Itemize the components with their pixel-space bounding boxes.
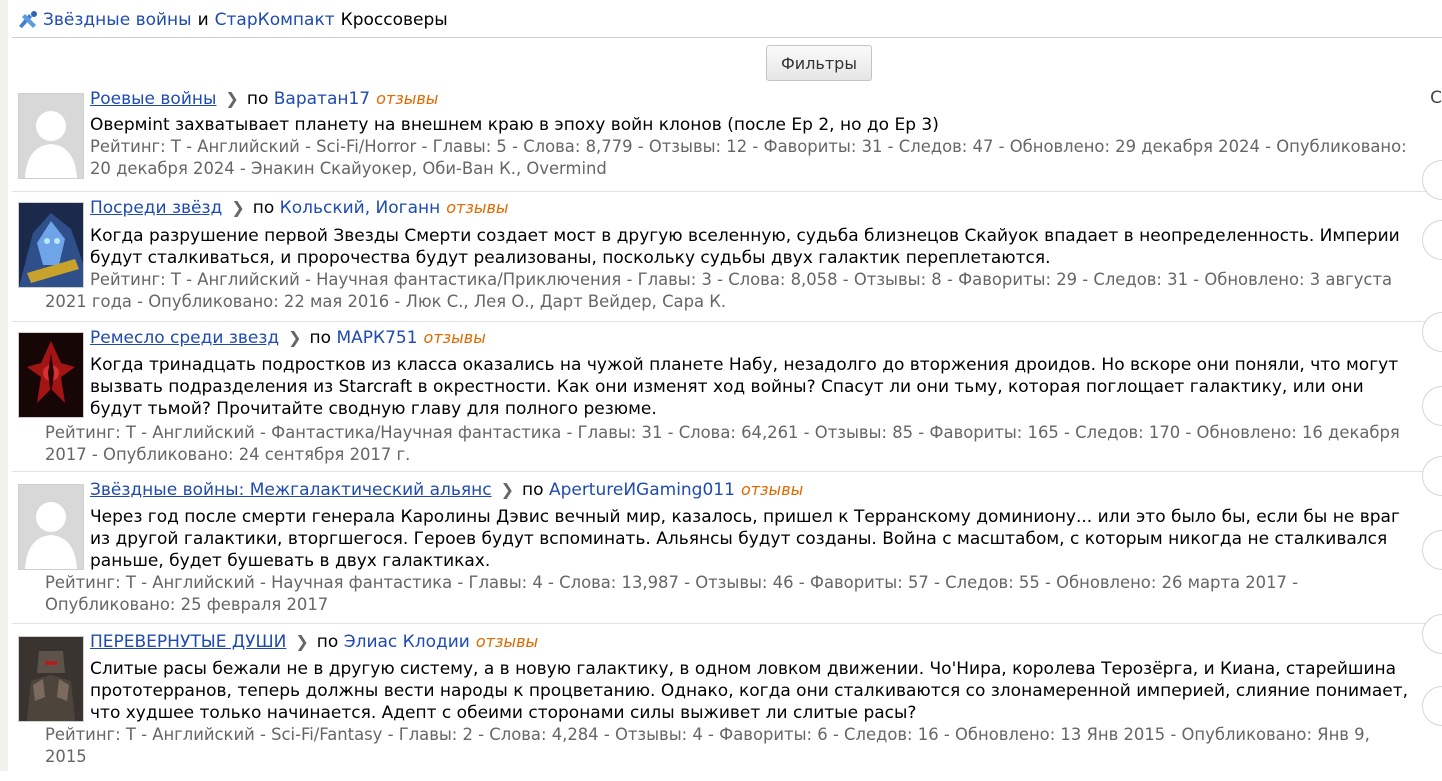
default-avatar-icon <box>19 485 83 569</box>
reviews-link[interactable]: отзывы <box>424 328 486 347</box>
story-meta: Рейтинг: T - Английский - Научная фантас… <box>45 573 1299 614</box>
right-edge-controls <box>1422 0 1442 771</box>
side-circle-button[interactable] <box>1422 386 1442 426</box>
breadcrumb-and: и <box>197 10 209 30</box>
story-item: Звёздные войны: Межгалактический альянс ❯… <box>12 479 1426 624</box>
story-summary: Через год после смерти генерала Каролины… <box>90 507 1400 571</box>
story-item: Ремесло среди звезд ❯ по МАРК751 отзывы Ког… <box>12 327 1426 472</box>
red-emblem-image-icon <box>19 333 83 417</box>
story-title-link[interactable]: Посреди звёзд <box>90 198 222 218</box>
filters-button[interactable]: Фильтры <box>766 45 872 81</box>
header-divider <box>12 37 1442 38</box>
side-circle-button[interactable] <box>1422 456 1442 496</box>
story-item: Роевые войны ❯ по Варатан17 отзывы Овермint… <box>12 88 1426 192</box>
crossover-icon <box>17 10 39 30</box>
story-thumbnail[interactable] <box>18 636 84 722</box>
author-link[interactable]: МАРК751 <box>336 328 417 348</box>
breadcrumb: Звёздные войны и СтарКомпакт Кроссоверы <box>17 8 448 32</box>
story-thumbnail[interactable] <box>18 484 84 570</box>
breadcrumb-link-starcompact[interactable]: СтарКомпакт <box>215 10 335 30</box>
author-link[interactable]: ApertureИGaming011 <box>549 480 735 500</box>
by-label: по <box>252 198 275 218</box>
story-thumbnail[interactable] <box>18 93 84 179</box>
reviews-link[interactable]: отзывы <box>376 89 438 108</box>
reviews-link[interactable]: отзывы <box>741 480 803 499</box>
story-meta: Рейтинг: T - Английский - Фантастика/Нау… <box>45 423 1400 464</box>
side-circle-button[interactable] <box>1422 220 1442 260</box>
story-meta: Рейтинг: T - Английский - Sci-Fi/Horror … <box>90 137 1407 178</box>
breadcrumb-link-star-wars[interactable]: Звёздные войны <box>43 10 192 30</box>
story-summary: Когда тринадцать подростков из класса ок… <box>90 355 1399 419</box>
story-title-link[interactable]: Ремесло среди звезд <box>90 328 279 348</box>
story-meta: Рейтинг: T - Английский - Научная фантас… <box>45 270 1393 311</box>
by-label: по <box>522 480 544 500</box>
chevron-right-icon[interactable]: ❯ <box>501 479 514 501</box>
author-link[interactable]: Элиас Клодии <box>344 632 470 652</box>
chevron-right-icon[interactable]: ❯ <box>225 88 238 110</box>
side-circle-button[interactable] <box>1422 530 1442 570</box>
story-summary: Овермint захватывает планету на внешнем … <box>90 115 939 135</box>
author-link[interactable]: Варатан17 <box>274 89 370 109</box>
story-item: ПЕРЕВЕРНУТЫЕ ДУШИ ❯ по Элиас Клодии отзывы … <box>12 631 1426 781</box>
default-avatar-icon <box>19 94 83 178</box>
side-circle-button[interactable] <box>1422 686 1442 726</box>
story-summary: Слитые расы бежали не в другую систему, … <box>90 659 1409 723</box>
story-summary: Когда разрушение первой Звезды Смерти со… <box>90 226 1400 268</box>
story-thumbnail[interactable] <box>18 332 84 418</box>
by-label: по <box>246 89 269 109</box>
story-meta: Рейтинг: T - Английский - Sci-Fi/Fantasy… <box>45 725 1370 766</box>
breadcrumb-crossovers: Кроссоверы <box>340 10 448 30</box>
by-label: по <box>309 328 332 348</box>
chevron-right-icon[interactable]: ❯ <box>295 631 308 653</box>
side-circle-button[interactable] <box>1422 312 1442 352</box>
story-title-link[interactable]: ПЕРЕВЕРНУТЫЕ ДУШИ <box>90 632 286 652</box>
left-margin-strip <box>0 0 8 771</box>
armored-warrior-image-icon <box>19 637 83 721</box>
story-title-link[interactable]: Звёздные войны: Межгалактический альянс <box>90 480 492 500</box>
story-item: Посреди звёзд ❯ по Кольский, Иоганн отзывы … <box>12 197 1426 322</box>
reviews-link[interactable]: отзывы <box>476 632 538 651</box>
chevron-right-icon[interactable]: ❯ <box>288 327 301 349</box>
story-title-link[interactable]: Роевые войны <box>90 89 216 109</box>
author-link[interactable]: Кольский, Иоганн <box>280 198 441 218</box>
reviews-link[interactable]: отзывы <box>446 198 508 217</box>
side-circle-button[interactable] <box>1422 160 1442 200</box>
side-circle-button[interactable] <box>1422 614 1442 654</box>
by-label: по <box>316 632 339 652</box>
chevron-right-icon[interactable]: ❯ <box>231 197 244 219</box>
